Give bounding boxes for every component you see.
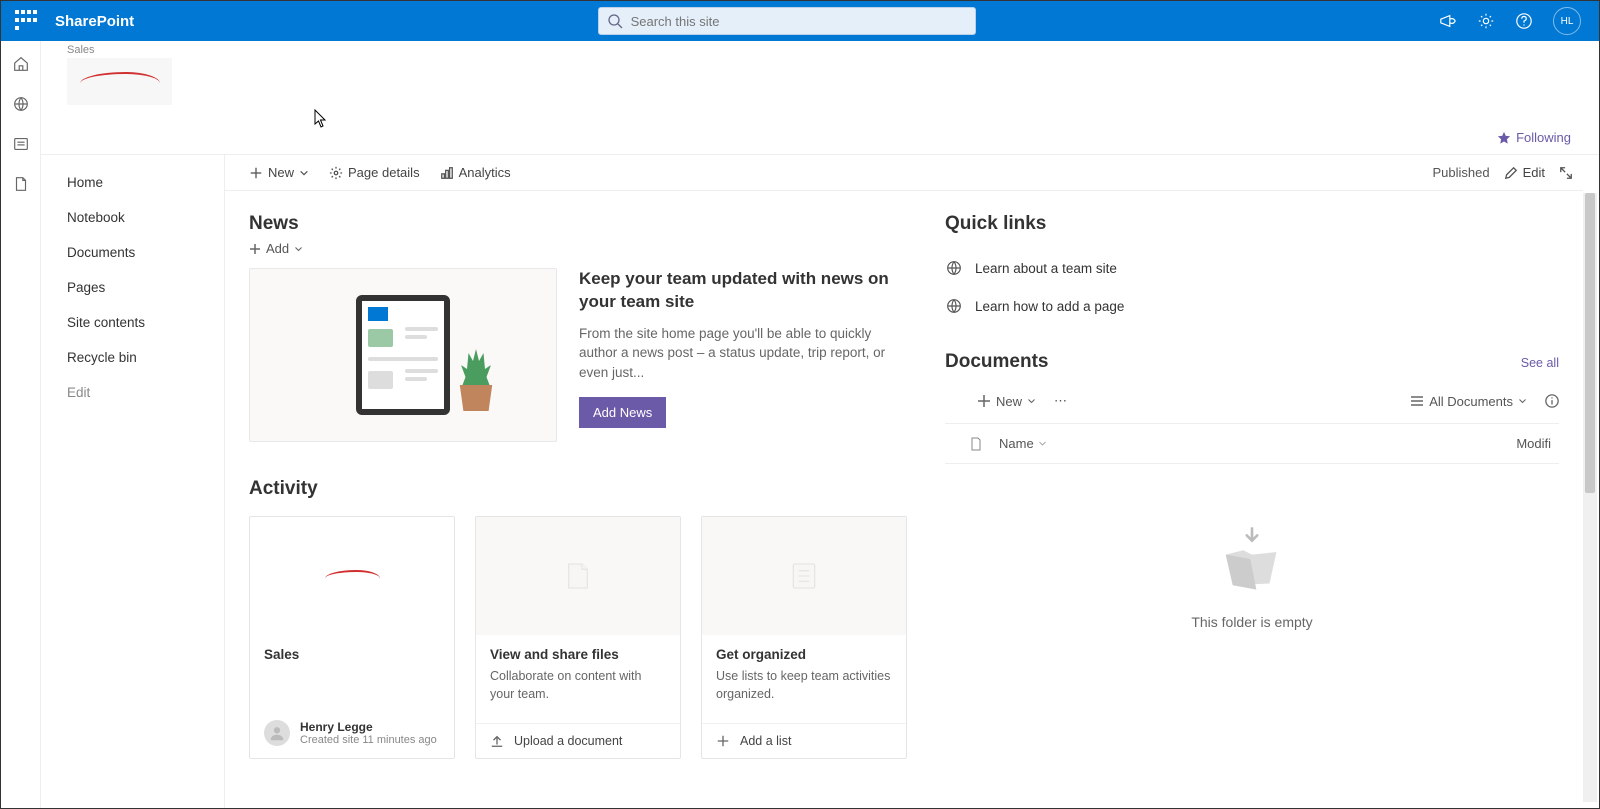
activity-card[interactable]: Get organized Use lists to keep team act… (701, 516, 907, 759)
nav-notebook[interactable]: Notebook (41, 200, 224, 235)
author-meta: Created site 11 minutes ago (300, 734, 437, 746)
analytics-button[interactable]: Analytics (440, 165, 511, 180)
nav-recycle-bin[interactable]: Recycle bin (41, 340, 224, 375)
app-name: SharePoint (55, 13, 134, 30)
upload-icon (490, 734, 504, 748)
analytics-icon (440, 166, 454, 180)
add-list-link[interactable]: Add a list (702, 723, 906, 758)
search-box[interactable] (598, 7, 976, 35)
info-icon[interactable] (1545, 394, 1559, 408)
edit-button[interactable]: Edit (1504, 165, 1545, 180)
news-description: From the site home page you'll be able t… (579, 324, 909, 383)
scrollbar[interactable] (1583, 193, 1597, 802)
megaphone-icon[interactable] (1439, 12, 1457, 30)
chevron-down-icon (1518, 394, 1527, 408)
following-button[interactable]: Following (1497, 130, 1571, 145)
globe-icon (945, 259, 963, 277)
author-avatar-icon (264, 720, 290, 746)
new-button[interactable]: New (249, 165, 309, 180)
plus-icon (977, 394, 991, 408)
site-logo[interactable] (67, 58, 172, 105)
gear-icon (329, 166, 343, 180)
settings-icon[interactable] (1477, 12, 1495, 30)
site-label: Sales (67, 44, 1599, 56)
news-rail-icon[interactable] (12, 135, 30, 153)
quicklink-item[interactable]: Learn about a team site (945, 249, 1559, 287)
pencil-icon (1504, 166, 1518, 180)
upload-document-link[interactable]: Upload a document (476, 723, 680, 758)
expand-icon[interactable] (1559, 166, 1573, 180)
see-all-link[interactable]: See all (1521, 356, 1559, 370)
nav-home[interactable]: Home (41, 165, 224, 200)
empty-folder-text: This folder is empty (1191, 614, 1312, 630)
file-icon (562, 560, 594, 592)
page-details-button[interactable]: Page details (329, 165, 420, 180)
news-heading: Keep your team updated with news on your… (579, 268, 909, 314)
all-documents-view[interactable]: All Documents (1410, 394, 1527, 409)
plus-icon (249, 166, 263, 180)
nav-documents[interactable]: Documents (41, 235, 224, 270)
card-title: View and share files (490, 647, 666, 662)
list-view-icon (1410, 394, 1424, 408)
card-desc: Collaborate on content with your team. (490, 668, 666, 703)
search-icon (607, 13, 623, 29)
quicklink-item[interactable]: Learn how to add a page (945, 287, 1559, 325)
app-launcher-icon[interactable] (15, 10, 37, 32)
empty-folder-icon (1207, 524, 1297, 594)
home-rail-icon[interactable] (12, 55, 30, 73)
chevron-down-icon (1038, 439, 1047, 448)
documents-title: Documents (945, 351, 1048, 373)
chevron-down-icon (1027, 394, 1036, 408)
search-input[interactable] (631, 14, 967, 29)
author-name: Henry Legge (300, 720, 437, 734)
globe-rail-icon[interactable] (12, 95, 30, 113)
nav-pages[interactable]: Pages (41, 270, 224, 305)
file-header-icon (969, 437, 983, 451)
activity-title: Activity (249, 478, 909, 500)
add-news-button[interactable]: Add News (579, 397, 666, 428)
globe-icon (945, 297, 963, 315)
activity-card[interactable]: Sales Henry Legge Created site 11 minute… (249, 516, 455, 759)
activity-card[interactable]: View and share files Collaborate on cont… (475, 516, 681, 759)
chevron-down-icon (294, 243, 303, 255)
star-icon (1497, 131, 1511, 145)
quicklinks-title: Quick links (945, 213, 1559, 235)
chevron-down-icon (299, 166, 309, 180)
help-icon[interactable] (1515, 12, 1533, 30)
list-icon (788, 560, 820, 592)
news-illustration (249, 268, 557, 442)
card-title: Sales (264, 647, 440, 662)
nav-site-contents[interactable]: Site contents (41, 305, 224, 340)
news-title: News (249, 213, 909, 235)
column-modified[interactable]: Modifi (1491, 436, 1551, 451)
user-avatar[interactable]: HL (1553, 7, 1581, 35)
published-label: Published (1432, 165, 1489, 180)
news-add-button[interactable]: Add (249, 241, 909, 256)
documents-new-button[interactable]: New (977, 394, 1036, 409)
file-rail-icon[interactable] (12, 175, 30, 193)
plus-icon (249, 243, 261, 255)
card-desc: Use lists to keep team activities organi… (716, 668, 892, 703)
card-title: Get organized (716, 647, 892, 662)
nav-edit[interactable]: Edit (41, 375, 224, 410)
plus-icon (716, 734, 730, 748)
column-name[interactable]: Name (999, 436, 1491, 451)
documents-more-button[interactable]: ⋯ (1054, 393, 1067, 409)
